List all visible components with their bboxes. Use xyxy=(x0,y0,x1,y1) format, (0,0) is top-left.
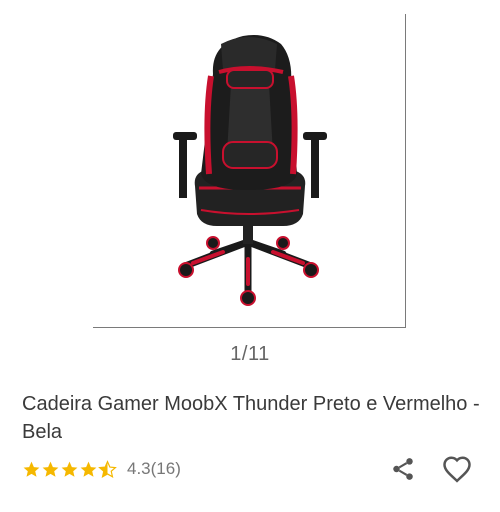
product-rating[interactable]: 4.3(16) xyxy=(22,456,181,482)
star-icon xyxy=(23,461,40,477)
star-icon xyxy=(42,461,59,477)
heart-icon xyxy=(443,456,471,483)
rating-stars xyxy=(22,459,117,479)
product-title: Cadeira Gamer MoobX Thunder Preto e Verm… xyxy=(22,393,480,443)
next-section-cutoff xyxy=(22,504,482,512)
product-image-gallery[interactable] xyxy=(0,0,500,340)
image-counter: 1/11 xyxy=(230,343,270,365)
gaming-chair-image xyxy=(173,35,327,306)
star-icon xyxy=(80,461,97,477)
favorite-button[interactable] xyxy=(440,452,474,486)
share-button[interactable] xyxy=(386,452,420,486)
share-icon xyxy=(393,458,413,480)
product-actions xyxy=(386,452,474,486)
half-star-icon xyxy=(98,459,117,478)
rating-summary: 4.3(16) xyxy=(127,459,181,478)
product-image[interactable] xyxy=(93,14,406,328)
star-icon xyxy=(61,461,78,477)
